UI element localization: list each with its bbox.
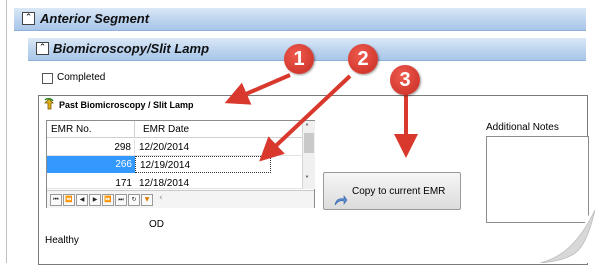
callout-2: 2	[348, 44, 378, 74]
callout-1: 1	[284, 44, 314, 74]
arrow-1	[224, 73, 291, 105]
annotation-arrows	[224, 73, 418, 162]
arrow-2	[259, 74, 352, 162]
callout-3: 3	[390, 65, 420, 95]
